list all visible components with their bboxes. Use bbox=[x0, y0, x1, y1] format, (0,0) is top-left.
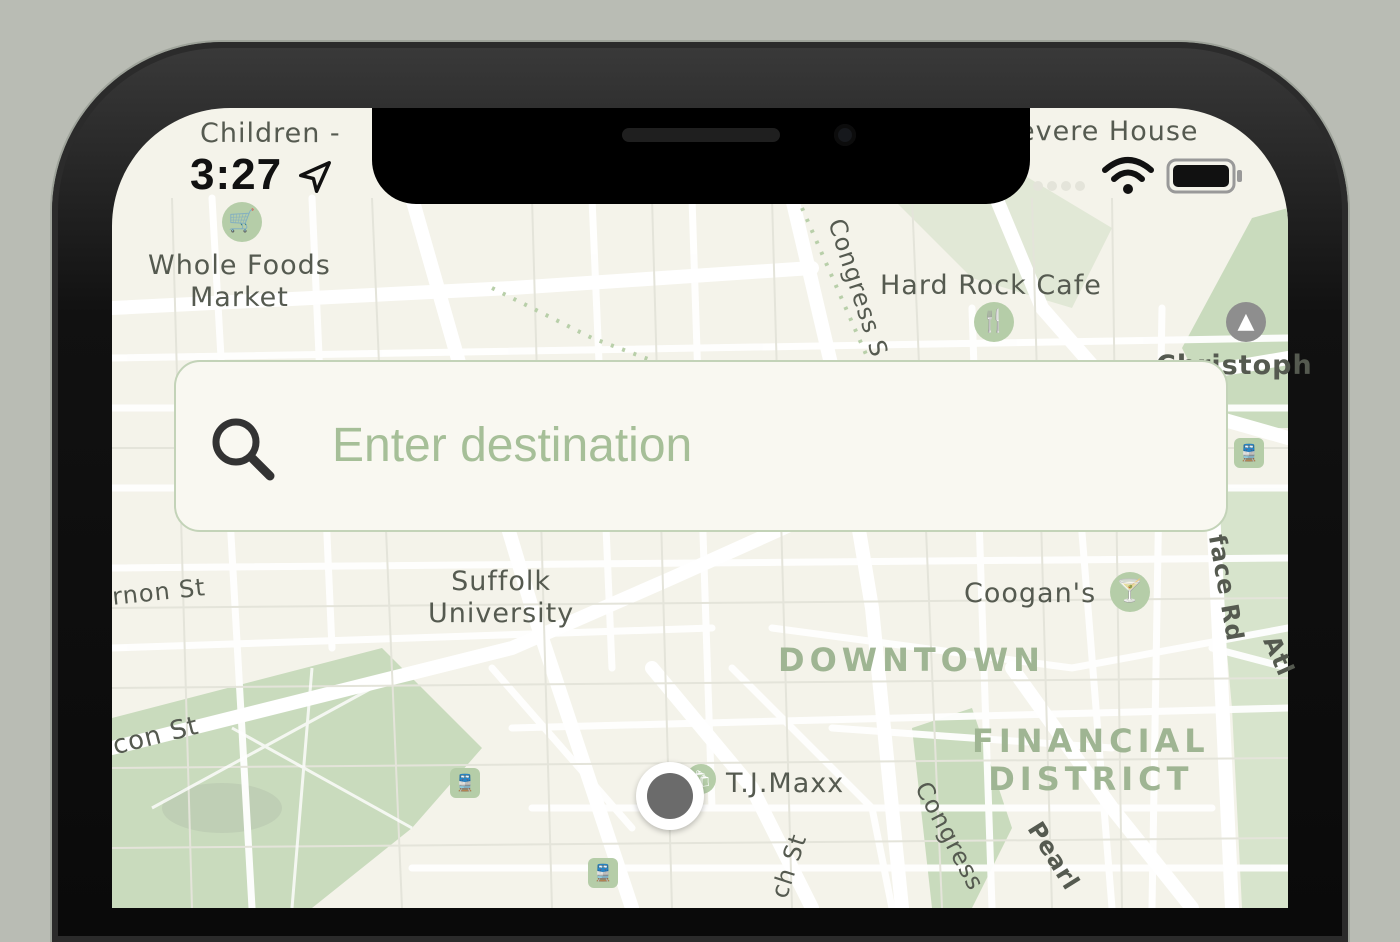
transit-station-icon[interactable]: 🚆 bbox=[588, 858, 618, 888]
transit-station-icon[interactable]: 🚆 bbox=[450, 768, 480, 798]
map-label-whole-foods: Whole Foods Market bbox=[148, 250, 331, 313]
restaurant-fork-icon[interactable]: 🍴 bbox=[974, 302, 1014, 342]
front-camera bbox=[834, 124, 856, 146]
map-label-coogans: Coogan's bbox=[964, 578, 1097, 609]
map-label-tjmaxx: T.J.Maxx bbox=[726, 768, 845, 799]
cocktail-bar-icon[interactable]: 🍸 bbox=[1110, 572, 1150, 612]
notch bbox=[372, 108, 1030, 204]
map-label-financial: FINANCIAL DISTRICT bbox=[972, 722, 1210, 798]
map-label-suffolk: Suffolk University bbox=[428, 566, 575, 629]
transit-station-icon[interactable]: 🚆 bbox=[1234, 438, 1264, 468]
destination-search-box[interactable]: Enter destination bbox=[174, 360, 1228, 532]
park-tree-icon[interactable]: ▲ bbox=[1226, 302, 1266, 342]
battery-icon bbox=[1166, 158, 1242, 194]
location-arrow-icon bbox=[299, 161, 331, 193]
current-location-marker[interactable] bbox=[636, 762, 704, 830]
map-label-hard-rock: Hard Rock Cafe bbox=[880, 270, 1102, 301]
wifi-icon bbox=[1102, 157, 1154, 194]
signal-dots-icon bbox=[1033, 181, 1085, 191]
map-label-downtown: DOWNTOWN bbox=[778, 641, 1045, 679]
search-input[interactable]: Enter destination bbox=[332, 418, 692, 473]
grocery-cart-icon[interactable]: 🛒 bbox=[222, 202, 262, 242]
status-time: 3:27 bbox=[190, 150, 283, 199]
earpiece-speaker bbox=[622, 128, 780, 142]
map-label-children: Children - bbox=[200, 118, 341, 149]
map-label-revere-house: evere House bbox=[1018, 116, 1199, 147]
search-icon bbox=[212, 418, 275, 481]
